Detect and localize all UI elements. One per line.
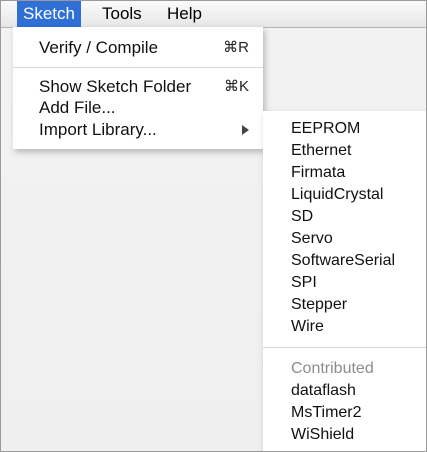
menu-item-verify-compile[interactable]: Verify / Compile ⌘R — [39, 37, 263, 59]
menu-item-label: Verify / Compile — [39, 38, 159, 57]
library-item-eeprom[interactable]: EEPROM — [291, 119, 360, 139]
menu-item-label: Import Library... — [39, 120, 157, 139]
library-item-ethernet[interactable]: Ethernet — [291, 141, 351, 161]
contributed-header: Contributed — [291, 360, 374, 377]
sketch-menu: Verify / Compile ⌘R Show Sketch Folder ⌘… — [13, 27, 263, 149]
screenshot-frame: ardu kno ll Sketch Tools Help Verify / C… — [0, 0, 427, 452]
menu-item-add-file[interactable]: Add File... — [39, 97, 263, 119]
menu-item-label: Show Sketch Folder — [39, 77, 192, 96]
library-item-firmata[interactable]: Firmata — [291, 163, 345, 183]
menu-item-show-sketch-folder[interactable]: Show Sketch Folder ⌘K — [39, 76, 263, 98]
menu-separator — [13, 67, 263, 68]
menu-item-import-library[interactable]: Import Library... — [39, 119, 263, 141]
library-item-wishield[interactable]: WiShield — [291, 425, 354, 445]
menubar-tools[interactable]: Tools — [96, 1, 148, 27]
submenu-arrow-icon — [242, 125, 249, 135]
menubar-sketch[interactable]: Sketch — [17, 1, 81, 27]
library-item-stepper[interactable]: Stepper — [291, 295, 347, 315]
library-item-softwareserial[interactable]: SoftwareSerial — [291, 251, 395, 271]
library-item-wire[interactable]: Wire — [291, 317, 324, 337]
library-item-sd[interactable]: SD — [291, 207, 313, 227]
library-item-mstimer2[interactable]: MsTimer2 — [291, 403, 362, 423]
menubar-help[interactable]: Help — [161, 1, 208, 27]
library-item-liquidcrystal[interactable]: LiquidCrystal — [291, 185, 383, 205]
shortcut-label: ⌘K — [223, 78, 249, 95]
library-item-dataflash[interactable]: dataflash — [291, 381, 356, 401]
shortcut-label: ⌘R — [223, 39, 249, 56]
library-item-spi[interactable]: SPI — [291, 273, 317, 293]
library-item-servo[interactable]: Servo — [291, 229, 333, 249]
menu-bar: Sketch Tools Help — [1, 1, 426, 28]
import-library-submenu: EEPROM Ethernet Firmata LiquidCrystal SD… — [263, 111, 426, 451]
menu-item-label: Add File... — [39, 98, 116, 117]
submenu-separator — [263, 347, 426, 348]
